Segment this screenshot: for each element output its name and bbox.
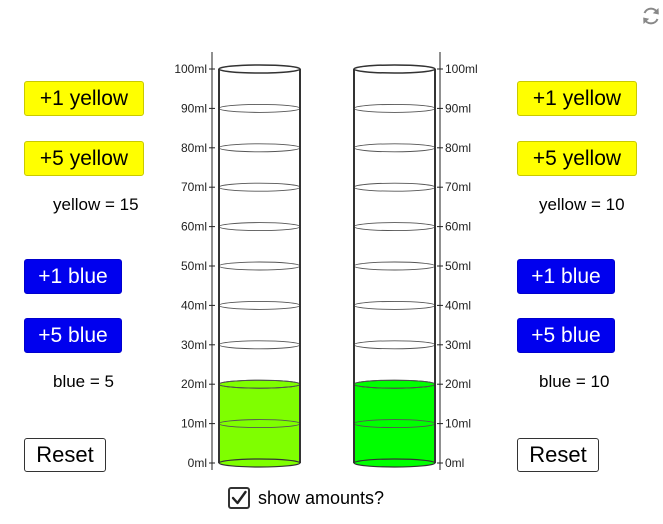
right-graduation-ring	[353, 340, 436, 350]
right-graduation-ring	[353, 222, 436, 232]
right-graduation-ring	[353, 182, 436, 192]
show-amounts-row[interactable]: show amounts?	[228, 484, 384, 512]
right-graduation-ring	[353, 103, 436, 113]
left-graduation-ring	[218, 261, 301, 271]
left-graduation-ring	[218, 340, 301, 350]
right-graduation-ring	[353, 300, 436, 310]
right-tick-label: 40ml	[445, 298, 471, 312]
left-tick-label: 50ml	[181, 259, 207, 273]
right-tick-label: 10ml	[445, 417, 471, 431]
left-rim	[218, 64, 301, 74]
right-tick-label: 20ml	[445, 377, 471, 391]
right-graduation-ring	[353, 261, 436, 271]
show-amounts-label: show amounts?	[258, 487, 385, 508]
left-tick-label: 70ml	[181, 180, 207, 194]
left-tick-label: 90ml	[181, 101, 207, 115]
left-graduation-ring	[218, 182, 301, 192]
right-tick-label: 60ml	[445, 220, 471, 234]
left-scale: 0ml 10ml 20ml 30ml 40ml 50ml 60ml 70ml 80ml 90ml 1…	[174, 52, 215, 470]
right-scale: 0ml 10ml 20ml 30ml 40ml 50ml 60ml 70ml 80ml 90ml 1…	[437, 52, 478, 470]
right-tick-label: 100ml	[445, 62, 478, 76]
right-rim	[353, 64, 436, 74]
right-tick-label: 70ml	[445, 180, 471, 194]
left-tick-label: 20ml	[181, 377, 207, 391]
right-liquid	[354, 384, 435, 463]
right-tick-label: 0ml	[445, 456, 464, 470]
checkmark-icon	[231, 490, 247, 505]
left-tick-label: 40ml	[181, 298, 207, 312]
left-graduation-ring	[218, 143, 301, 153]
right-tick-label: 80ml	[445, 141, 471, 155]
left-graduation-ring	[218, 222, 301, 232]
left-graduation-ring	[218, 300, 301, 310]
right-tick-label: 50ml	[445, 259, 471, 273]
right-graduation-ring	[353, 143, 436, 153]
right-liquid-bottom	[353, 458, 436, 468]
right-tick-label: 90ml	[445, 101, 471, 115]
left-graduation-ring	[218, 103, 301, 113]
show-amounts-checkbox[interactable]	[228, 487, 250, 509]
right-cylinder	[353, 64, 436, 468]
left-tick-label: 30ml	[181, 338, 207, 352]
left-tick-label: 10ml	[181, 417, 207, 431]
left-tick-label: 100ml	[174, 62, 207, 76]
left-tick-label: 0ml	[188, 456, 207, 470]
left-cylinder	[218, 64, 301, 468]
left-liquid	[219, 384, 300, 463]
left-tick-label: 60ml	[181, 220, 207, 234]
left-liquid-bottom	[218, 458, 301, 468]
left-tick-label: 80ml	[181, 141, 207, 155]
right-tick-label: 30ml	[445, 338, 471, 352]
cylinders-svg: 0ml 10ml 20ml 30ml 40ml 50ml 60ml 70ml 80ml 90ml 1…	[174, 52, 478, 470]
